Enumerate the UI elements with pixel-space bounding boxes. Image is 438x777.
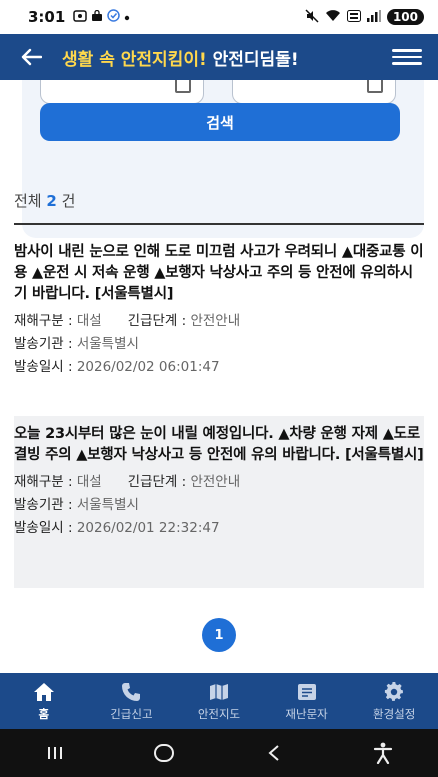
nav-messages-label: 재난문자 [285,706,328,721]
gear-icon [383,681,405,703]
meta-row-agency: 발송기관 : 서울특별시 [14,336,139,352]
app-title-main: 안전디딤돌! [212,49,299,70]
emergency-level: 안전안내 [190,474,241,490]
divider [14,223,424,225]
hamburger-icon [392,49,422,52]
disaster-type: 대설 [76,313,102,329]
app-title-accent: 생활 속 안전지킴이! [62,49,207,70]
sent-datetime: 2026/02/02 06:01:47 [76,359,220,375]
list-item[interactable]: 오늘 23시부터 많은 눈이 내릴 예정입니다. ▲차량 운행 자제 ▲도로 결… [14,416,424,588]
circle-home-icon [154,744,175,762]
dot-icon [124,10,130,24]
status-notification-icons [73,9,130,25]
meta-row-date: 발송일시 : 2026/02/02 06:01:47 [14,359,220,375]
sending-agency: 서울특별시 [76,336,139,352]
nav-settings[interactable]: 환경설정 [350,673,438,729]
calendar-icon [367,80,383,93]
back-button[interactable] [16,42,46,72]
meta-row-agency: 발송기관 : 서울특별시 [14,497,139,513]
map-icon [208,681,230,703]
wifi-icon [325,9,341,25]
search-button[interactable]: 검색 [40,103,400,141]
recent-apps-button[interactable] [35,733,75,773]
signal-icon [366,9,381,25]
message-text: 오늘 23시부터 많은 눈이 내릴 예정입니다. ▲차량 운행 자제 ▲도로 결… [14,426,424,463]
message-text: 밤사이 내린 눈으로 인해 도로 미끄럼 사고가 우려되니 ▲대중교통 이용 ▲… [14,244,424,302]
app-header: 생활 속 안전지킴이! 안전디딤돌! [0,34,438,80]
status-right-icons: 100 [305,8,424,26]
nav-map-label: 안전지도 [197,706,241,721]
back-nav-button[interactable] [254,733,294,773]
battery-indicator: 100 [386,9,424,25]
end-date-field[interactable] [232,80,396,104]
system-nav-bar [0,729,438,777]
calendar-icon [175,80,191,93]
nav-disaster-messages[interactable]: 재난문자 [263,673,351,729]
nav-emergency-label: 긴급신고 [110,706,153,721]
sending-agency: 서울특별시 [76,497,139,513]
result-total-count: 2 [46,192,57,210]
sent-datetime: 2026/02/01 22:32:47 [76,520,220,536]
result-total-suffix: 건 [61,192,76,210]
recent-apps-icon [47,747,62,759]
nav-home[interactable]: 홈 [0,673,88,729]
screenshot-icon [73,9,88,25]
result-total: 전체 2 건 [14,190,75,211]
meta-row-date: 발송일시 : 2026/02/01 22:32:47 [14,520,220,536]
phone-icon [120,681,142,703]
result-total-prefix: 전체 [14,192,42,210]
meta-row-category: 재해구분 : 대설 긴급단계 : 안전안내 [14,313,241,329]
home-icon [33,681,55,703]
nav-home-label: 홈 [38,706,50,721]
bag-icon [91,9,103,25]
check-circle-icon [107,9,121,25]
page-button-1[interactable]: 1 [202,618,236,652]
accessibility-icon [374,742,393,764]
app-title: 생활 속 안전지킴이! 안전디딤돌! [62,45,299,70]
nav-emergency-report[interactable]: 긴급신고 [88,673,176,729]
message-icon [296,681,318,703]
mute-icon [305,8,319,26]
bottom-nav: 홈 긴급신고 안전지도 재난문자 환경설정 [0,673,438,729]
emergency-level: 안전안내 [190,313,241,329]
status-bar: 3:01 100 [0,0,438,34]
list-item[interactable]: 밤사이 내린 눈으로 인해 도로 미끄럼 사고가 우려되니 ▲대중교통 이용 ▲… [14,234,424,388]
menu-button[interactable] [392,42,422,72]
home-nav-button[interactable] [144,733,184,773]
chevron-left-icon [268,745,279,761]
accessibility-button[interactable] [363,733,403,773]
disaster-type: 대설 [76,474,102,490]
start-date-field[interactable] [40,80,204,104]
nav-safety-map[interactable]: 안전지도 [175,673,263,729]
nav-settings-label: 환경설정 [373,706,416,721]
arrow-left-icon [21,48,42,66]
search-card: 검색 [22,80,424,238]
volte-icon [346,9,361,25]
status-time: 3:01 [28,8,66,26]
content-area[interactable]: 검색 전체 2 건 밤사이 내린 눈으로 인해 도로 미끄럼 사고가 우려되니 … [0,80,438,673]
meta-row-category: 재해구분 : 대설 긴급단계 : 안전안내 [14,474,241,490]
